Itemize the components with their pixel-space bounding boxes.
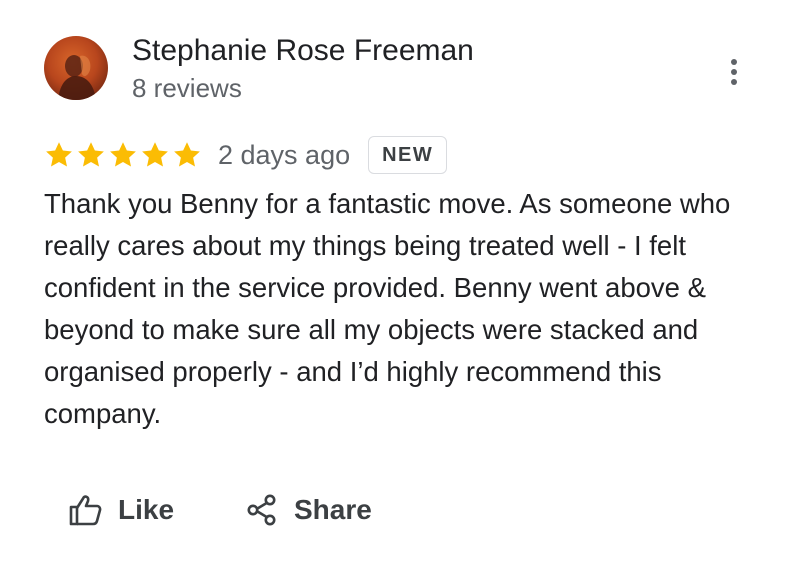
new-badge: NEW <box>368 136 448 174</box>
more-options-button[interactable] <box>716 52 752 92</box>
like-label: Like <box>118 494 175 525</box>
share-label: Share <box>294 494 372 525</box>
share-icon <box>246 494 278 526</box>
star-icon <box>142 142 168 167</box>
star-icon <box>174 142 200 167</box>
star-icon <box>110 142 136 167</box>
star-rating <box>44 140 202 170</box>
avatar[interactable] <box>44 36 108 100</box>
star-icon <box>78 142 104 167</box>
thumb-up-icon <box>68 494 102 526</box>
author-name[interactable]: Stephanie Rose Freeman <box>132 32 474 70</box>
share-button[interactable]: Share <box>246 488 372 532</box>
review-date: 2 days ago <box>218 139 351 170</box>
star-icon <box>46 142 72 167</box>
review-text: Thank you Benny for a fantastic move. As… <box>44 188 731 429</box>
rating-row: 2 days ago NEW <box>44 134 448 176</box>
more-vert-icon <box>730 58 738 86</box>
like-button[interactable]: Like <box>68 488 174 532</box>
review-count[interactable]: 8 reviews <box>132 72 242 104</box>
